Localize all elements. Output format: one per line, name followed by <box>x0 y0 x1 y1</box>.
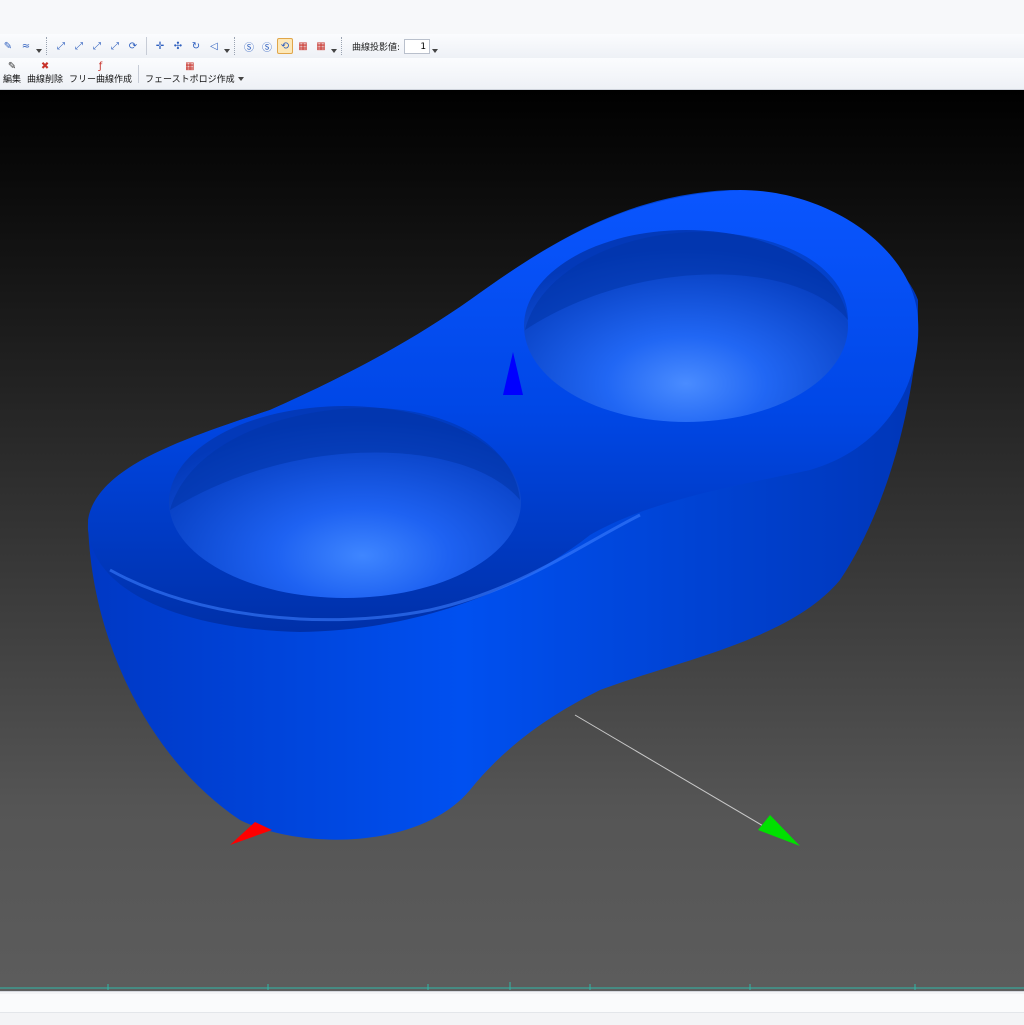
s-circle-icon[interactable]: Ⓢ <box>259 38 275 54</box>
ruler-ticks <box>0 982 1024 990</box>
curve-edit-2-icon[interactable]: ⤢ <box>71 38 87 54</box>
edit-button[interactable]: ✎ 編集 <box>0 59 24 89</box>
toolbar-row-1: ✎ ≈ ⤢ ⤢ ⤢ ⤢ ⟳ ✛ ✣ ↻ ◁ Ⓢ Ⓢ ⟲ ▦ ▦ 曲線投影値: 1 <box>0 34 1024 59</box>
loop-icon[interactable]: ↻ <box>188 38 204 54</box>
toolbar-grip[interactable] <box>341 37 346 55</box>
lasso-icon[interactable]: ◁ <box>206 38 222 54</box>
status-bar <box>0 991 1024 1025</box>
curve-auto-icon[interactable]: ≈ <box>18 38 34 54</box>
toolbar-grip[interactable] <box>234 37 239 55</box>
face-topology-label: フェーストポロジ作成 <box>145 75 235 85</box>
toolbar-dropdown-5[interactable] <box>237 65 244 83</box>
axis-y-line <box>574 714 771 831</box>
grid-red-icon[interactable]: ▦ <box>295 38 311 54</box>
projection-value-field[interactable]: 1 <box>404 38 431 54</box>
refresh-active-icon[interactable]: ⟲ <box>277 38 293 54</box>
edit-icon: ✎ <box>7 61 17 72</box>
toolbar-grip[interactable] <box>46 37 51 55</box>
viewport-canvas <box>87 190 919 846</box>
edit-label: 編集 <box>3 75 22 85</box>
face-topology-button[interactable]: ▦ フェーストポロジ作成 <box>142 59 238 89</box>
curve-edit-4-icon[interactable]: ⤢ <box>107 38 123 54</box>
window-title-strip <box>0 0 1024 35</box>
toolbar-row-2: ✎ 編集 ✖ 曲線削除 ƒ フリー曲線作成 ▦ フェーストポロジ作成 <box>0 58 1024 90</box>
toolbar-separator <box>138 64 140 83</box>
delete-curve-button[interactable]: ✖ 曲線削除 <box>24 59 66 89</box>
face-topology-icon: ▦ <box>185 61 195 72</box>
3d-viewport[interactable] <box>0 90 1024 988</box>
free-curve-button[interactable]: ƒ フリー曲線作成 <box>66 59 135 89</box>
status-field[interactable] <box>0 994 1024 1013</box>
toolbar-dropdown-2[interactable] <box>224 37 230 55</box>
free-curve-icon: ƒ <box>98 61 103 72</box>
curve-edit-1-icon[interactable]: ⤢ <box>53 38 69 54</box>
rotate-icon[interactable]: ⟳ <box>125 38 141 54</box>
free-curve-label: フリー曲線作成 <box>69 75 133 85</box>
curve-edit-3-icon[interactable]: ⤢ <box>89 38 105 54</box>
toolbar-dropdown-4[interactable] <box>432 37 439 55</box>
delete-curve-icon: ✖ <box>40 61 50 72</box>
toolbar-separator <box>146 37 147 55</box>
brush-icon[interactable]: ✎ <box>0 38 16 54</box>
toolbar-dropdown-3[interactable] <box>331 37 337 55</box>
move-plus-icon[interactable]: ✛ <box>152 38 168 54</box>
grid-check-icon[interactable]: ▦ <box>313 38 329 54</box>
projection-label: 曲線投影値: <box>352 42 401 53</box>
toolbar-dropdown-1[interactable] <box>36 37 42 55</box>
nurbs-s-icon[interactable]: Ⓢ <box>241 38 257 54</box>
axis-y-arrow[interactable] <box>758 815 800 846</box>
move-cross-icon[interactable]: ✣ <box>170 38 186 54</box>
delete-curve-label: 曲線削除 <box>27 75 64 85</box>
